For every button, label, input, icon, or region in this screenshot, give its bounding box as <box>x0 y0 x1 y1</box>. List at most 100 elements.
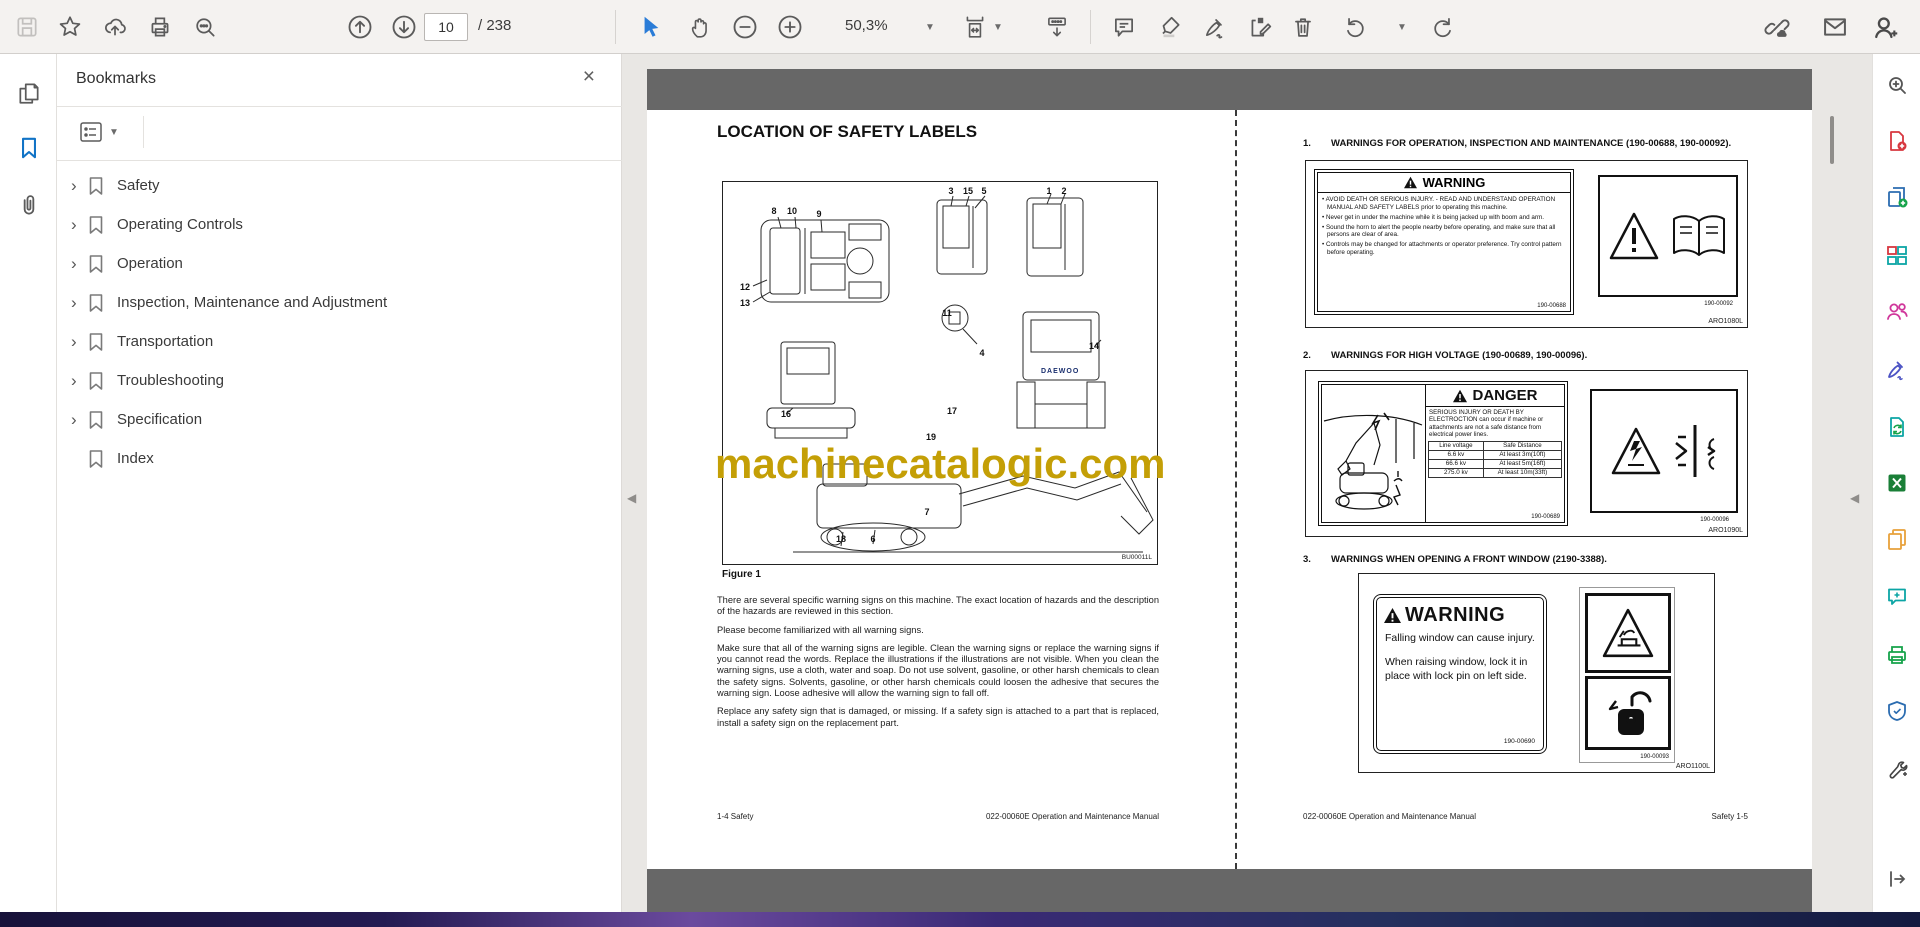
right-tools-rail <box>1872 54 1920 912</box>
highlight-button[interactable] <box>1154 11 1186 43</box>
hand-tool-button[interactable] <box>684 11 716 43</box>
zoom-level[interactable]: 50,3% <box>845 17 888 34</box>
redo-button[interactable] <box>1427 11 1459 43</box>
zoom-in-icon <box>776 13 804 41</box>
line-voltage-cell: 275.0 kv <box>1428 467 1484 478</box>
email-icon <box>1821 13 1849 41</box>
zoom-out-button[interactable] <box>729 11 761 43</box>
protect-pdf-button[interactable] <box>1884 698 1910 724</box>
select-tool-button[interactable] <box>634 11 666 43</box>
chevron-right-icon[interactable]: › <box>57 254 87 274</box>
bookmark-item[interactable]: › Operation <box>57 244 622 283</box>
chevron-right-icon[interactable]: › <box>57 293 87 313</box>
bookmark-item[interactable]: › Operating Controls <box>57 205 622 244</box>
scan-print-button[interactable] <box>1884 642 1910 668</box>
bookmark-item[interactable]: › Transportation <box>57 322 622 361</box>
zoom-in-button[interactable] <box>774 11 806 43</box>
danger-text: SERIOUS INJURY OR DEATH BY ELECTROCTION … <box>1429 409 1544 439</box>
bookmark-label: Troubleshooting <box>117 372 225 389</box>
bookmark-item[interactable]: › Safety <box>57 166 622 205</box>
footer-page-label: Safety 1-5 <box>1711 812 1748 821</box>
fill-sign-icon <box>1885 357 1909 381</box>
figure-callout-number: 4 <box>979 348 985 358</box>
bookmark-item[interactable]: › Specification <box>57 400 622 439</box>
chevron-right-icon[interactable]: › <box>57 215 87 235</box>
bookmark-item[interactable]: › Index <box>57 439 622 478</box>
copy-pages-button[interactable] <box>1884 526 1910 552</box>
warning-bullet: AVOID DEATH OR SERIOUS INJURY. - READ AN… <box>1322 196 1566 211</box>
convert-pdf-button[interactable] <box>1884 414 1910 440</box>
fit-width-button[interactable] <box>959 11 991 43</box>
undo-button[interactable] <box>1339 11 1371 43</box>
section-2-heading: 2. WARNINGS FOR HIGH VOLTAGE (190-00689, … <box>1303 350 1753 361</box>
figure-callout-number: 12 <box>739 282 751 292</box>
chevron-right-icon[interactable]: › <box>57 410 87 430</box>
figure-code: BU00011L <box>1121 554 1152 561</box>
page-thumbnails-button[interactable] <box>14 78 44 108</box>
figure-callout-number: 16 <box>780 409 792 419</box>
organize-pages-button[interactable] <box>1884 242 1910 268</box>
table-header: Line voltage <box>1428 440 1484 451</box>
delete-button[interactable] <box>1287 11 1319 43</box>
upload-button[interactable] <box>99 11 131 43</box>
close-panel-button[interactable]: × <box>583 66 595 87</box>
footer-manual-label: 022-00060E Operation and Maintenance Man… <box>1303 812 1477 821</box>
more-tools-button[interactable] <box>1884 756 1910 782</box>
toolbar-separator <box>615 10 616 44</box>
warning-bullets: AVOID DEATH OR SERIOUS INJURY. - READ AN… <box>1322 196 1566 257</box>
figure-callout-number: 13 <box>739 298 751 308</box>
chevron-right-icon[interactable]: › <box>57 176 87 196</box>
search-button[interactable] <box>189 11 221 43</box>
bookmark-options-button[interactable]: ▼ <box>79 116 131 148</box>
edit-page-button[interactable] <box>1244 11 1276 43</box>
star-button[interactable] <box>54 11 86 43</box>
attachments-button[interactable] <box>14 190 44 220</box>
expand-rail-button[interactable] <box>1884 866 1910 892</box>
art-code: ARO1090L <box>1708 527 1743 534</box>
chevron-right-icon[interactable]: › <box>57 332 87 352</box>
vertical-scrollbar[interactable] <box>1830 116 1834 164</box>
electrocution-illustration <box>1322 385 1426 522</box>
figure-callout-number: 11 <box>942 308 952 318</box>
figure-callout-number: 8 <box>771 206 777 216</box>
combine-files-button[interactable] <box>1884 184 1910 210</box>
comments-button[interactable] <box>1884 584 1910 610</box>
next-page-button[interactable] <box>388 11 420 43</box>
figure-callout-number: 17 <box>946 406 958 416</box>
scroll-mode-button[interactable] <box>1041 11 1073 43</box>
bookmark-item[interactable]: › Inspection, Maintenance and Adjustment <box>57 283 622 322</box>
document-area[interactable]: ◀ ◀ LOCATION OF SAFETY LABELS DAEWOO 8 1… <box>622 54 1872 912</box>
chevron-right-icon[interactable]: › <box>57 371 87 391</box>
bookmark-item[interactable]: › Troubleshooting <box>57 361 622 400</box>
sign-button[interactable] <box>1199 11 1231 43</box>
art-code: ARO1100L <box>1675 763 1710 770</box>
comment-button[interactable] <box>1108 11 1140 43</box>
hand-tool-icon <box>687 14 713 40</box>
create-pdf-button[interactable] <box>1884 128 1910 154</box>
export-excel-button[interactable] <box>1884 470 1910 496</box>
fit-caret-icon[interactable]: ▼ <box>993 22 1003 33</box>
search-tools-icon <box>1885 73 1909 97</box>
warning-label-box-3: WARNING Falling window can cause injury.… <box>1358 573 1715 773</box>
add-person-button[interactable] <box>1869 11 1901 43</box>
bookmark-label: Specification <box>117 411 203 428</box>
save-button[interactable] <box>11 11 43 43</box>
print-icon <box>147 14 173 40</box>
search-tools-button[interactable] <box>1884 72 1910 98</box>
email-button[interactable] <box>1819 11 1851 43</box>
collapse-left-panel-icon[interactable]: ◀ <box>627 491 636 505</box>
previous-page-button[interactable] <box>344 11 376 43</box>
redo-caret-icon[interactable]: ▼ <box>1397 22 1407 33</box>
print-button[interactable] <box>144 11 176 43</box>
protect-pdf-icon <box>1885 699 1909 723</box>
document-canvas: LOCATION OF SAFETY LABELS DAEWOO 8 10 9 … <box>647 69 1812 912</box>
fill-sign-button[interactable] <box>1884 356 1910 382</box>
zoom-caret-icon[interactable]: ▼ <box>925 22 935 33</box>
share-link-button[interactable] <box>1761 11 1793 43</box>
section-number: 1. <box>1303 138 1311 149</box>
pdf-viewer-app: / 238 50,3% ▼ ▼ ▼ <box>0 0 1920 927</box>
page-number-input[interactable] <box>424 13 468 41</box>
share-users-button[interactable] <box>1884 298 1910 324</box>
bookmarks-button[interactable] <box>14 133 44 163</box>
collapse-right-panel-icon[interactable]: ◀ <box>1850 491 1859 505</box>
